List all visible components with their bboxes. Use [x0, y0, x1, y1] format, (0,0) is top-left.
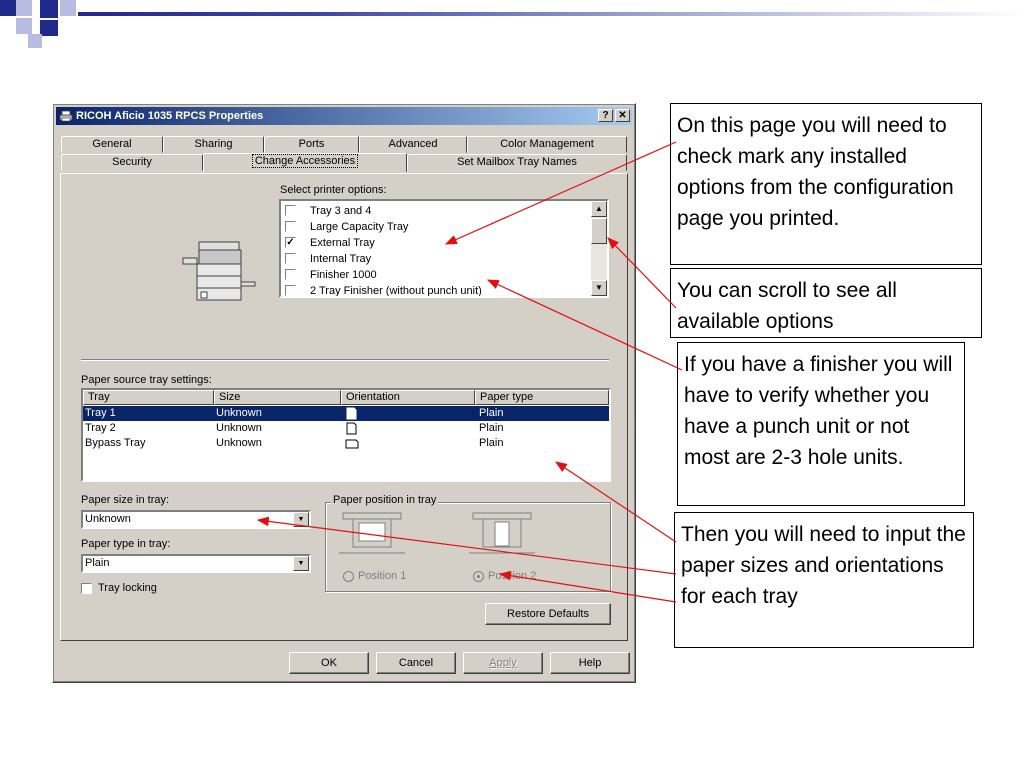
arrow-to-finisher	[486, 279, 683, 371]
tab-change-accessories[interactable]: Change Accessories	[203, 153, 407, 172]
arrow-to-paper-size	[256, 516, 677, 575]
arrow-to-options	[444, 141, 677, 245]
tab-label: Change Accessories	[251, 154, 359, 168]
arrow-to-table	[555, 461, 677, 543]
arrow-to-position	[498, 570, 677, 603]
callout-arrows	[256, 141, 683, 603]
arrow-to-scrollbar	[607, 237, 677, 309]
